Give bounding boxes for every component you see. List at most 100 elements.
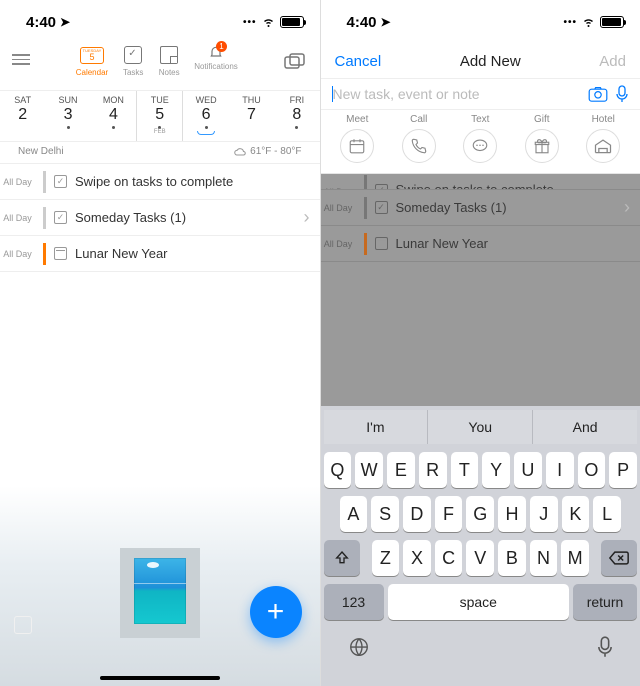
clock: 4:40 [26, 14, 56, 31]
numeric-key[interactable]: 123 [324, 584, 384, 620]
home-indicator[interactable] [100, 676, 220, 680]
key-o[interactable]: O [578, 452, 606, 488]
day-tue[interactable]: TUE5FEB [136, 91, 183, 141]
task-row[interactable]: All Day✓Swipe on tasks to complete [0, 164, 320, 200]
key-v[interactable]: V [466, 540, 494, 576]
suggestion[interactable]: You [427, 410, 533, 444]
day-sat[interactable]: SAT2 [0, 91, 45, 141]
key-c[interactable]: C [435, 540, 463, 576]
key-z[interactable]: Z [372, 540, 400, 576]
microphone-icon[interactable] [616, 85, 628, 103]
notification-badge: 1 [216, 41, 227, 52]
shift-key[interactable] [324, 540, 360, 576]
gift-icon [525, 129, 559, 163]
cancel-button[interactable]: Cancel [335, 53, 382, 70]
location-arrow-icon: ➤ [60, 15, 70, 29]
key-n[interactable]: N [530, 540, 558, 576]
key-y[interactable]: Y [482, 452, 510, 488]
picture-button[interactable] [14, 616, 32, 634]
task-row[interactable]: All Day✓Someday Tasks (1)› [321, 190, 640, 226]
quick-hotel[interactable]: Hotel [586, 114, 620, 163]
tasks-tab[interactable]: Tasks [122, 44, 144, 77]
weather[interactable]: 61°F - 80°F [233, 146, 301, 157]
day-thu[interactable]: THU7 [229, 91, 274, 141]
key-t[interactable]: T [451, 452, 479, 488]
key-f[interactable]: F [435, 496, 463, 532]
toolbar: TUESDAY5 Calendar Tasks Notes 1 Notifica… [0, 44, 320, 90]
day-sun[interactable]: SUN3 [45, 91, 90, 141]
add-button[interactable]: Add [599, 53, 626, 70]
key-h[interactable]: H [498, 496, 526, 532]
task-row[interactable]: All Day✓Someday Tasks (1)› [0, 200, 320, 236]
camera-icon[interactable] [588, 86, 608, 102]
key-i[interactable]: I [546, 452, 574, 488]
key-b[interactable]: B [498, 540, 526, 576]
wifi-icon [581, 16, 596, 28]
quick-call[interactable]: Call [402, 114, 436, 163]
cards-icon [283, 52, 307, 72]
day-fri[interactable]: FRI8 [274, 91, 319, 141]
task-row[interactable]: All DayLunar New Year [0, 236, 320, 272]
hotel-icon [586, 129, 620, 163]
key-u[interactable]: U [514, 452, 542, 488]
sub-bar: New Delhi 61°F - 80°F [0, 142, 320, 164]
menu-button[interactable] [12, 44, 30, 65]
key-m[interactable]: M [561, 540, 589, 576]
calendar-tab[interactable]: TUESDAY5 Calendar [76, 44, 108, 77]
bell-icon: 1 [208, 44, 224, 60]
key-a[interactable]: A [340, 496, 368, 532]
add-fab[interactable]: + [250, 586, 302, 638]
phone-icon [402, 129, 436, 163]
note-icon [160, 46, 178, 64]
quick-actions: Meet Call Text Gift Hotel [321, 110, 640, 174]
suggestion-bar: I'mYouAnd [324, 410, 638, 444]
day-wed[interactable]: WED6 [183, 91, 228, 141]
quick-gift[interactable]: Gift [525, 114, 559, 163]
battery-icon [600, 16, 624, 28]
dictation-icon[interactable] [597, 636, 613, 658]
location-arrow-icon: ➤ [381, 15, 391, 29]
battery-icon [280, 16, 304, 28]
task-row[interactable]: All Day✓Swipe on tasks to complete [321, 174, 640, 190]
clock: 4:40 [347, 14, 377, 31]
key-k[interactable]: K [562, 496, 590, 532]
calendar-icon [340, 129, 374, 163]
cloud-icon [233, 146, 247, 157]
quick-text[interactable]: Text [463, 114, 497, 163]
status-bar: 4:40 ➤ ••• [321, 0, 640, 44]
key-q[interactable]: Q [324, 452, 352, 488]
checkbox-icon [124, 46, 142, 64]
day-mon[interactable]: MON4 [91, 91, 136, 141]
quick-meet[interactable]: Meet [340, 114, 374, 163]
notifications-tab[interactable]: 1 Notifications [194, 44, 238, 77]
new-item-input[interactable]: New task, event or note [333, 86, 581, 102]
right-screen: 4:40 ➤ ••• Cancel Add New Add New task, … [321, 0, 640, 686]
chat-icon [463, 129, 497, 163]
signal-icon: ••• [243, 17, 257, 28]
key-x[interactable]: X [403, 540, 431, 576]
key-e[interactable]: E [387, 452, 415, 488]
key-w[interactable]: W [355, 452, 383, 488]
modal-header: Cancel Add New Add [321, 44, 640, 78]
backspace-key[interactable] [601, 540, 637, 576]
key-r[interactable]: R [419, 452, 447, 488]
cards-button[interactable] [283, 44, 307, 77]
key-s[interactable]: S [371, 496, 399, 532]
space-key[interactable]: space [388, 584, 570, 620]
calendar-icon: TUESDAY5 [80, 47, 105, 64]
modal-title: Add New [460, 53, 521, 70]
return-key[interactable]: return [573, 584, 637, 620]
notes-tab[interactable]: Notes [158, 44, 180, 77]
suggestion[interactable]: I'm [324, 410, 428, 444]
key-l[interactable]: L [593, 496, 621, 532]
key-g[interactable]: G [466, 496, 494, 532]
key-p[interactable]: P [609, 452, 637, 488]
globe-icon[interactable] [348, 636, 370, 658]
task-row[interactable]: All DayLunar New Year [321, 226, 640, 262]
key-j[interactable]: J [530, 496, 558, 532]
input-row: New task, event or note [321, 78, 640, 110]
key-d[interactable]: D [403, 496, 431, 532]
suggestion[interactable]: And [533, 410, 637, 444]
wifi-icon [261, 16, 276, 28]
location-label: New Delhi [18, 146, 64, 157]
